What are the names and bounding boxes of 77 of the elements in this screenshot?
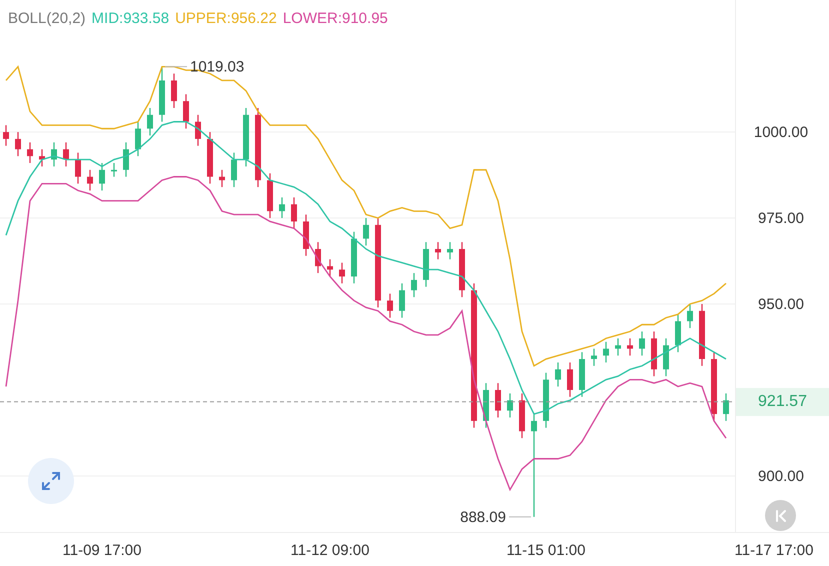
candlestick [555, 362, 561, 387]
y-axis-label: 1000.00 [754, 124, 808, 142]
candlestick [315, 242, 321, 274]
candlestick [675, 314, 681, 352]
candlestick [435, 242, 441, 260]
candlestick [75, 152, 81, 184]
legend-value: LOWER:910.95 [282, 9, 388, 29]
fullscreen-button[interactable] [28, 458, 74, 504]
candlestick [207, 132, 213, 184]
x-axis-label: 11-17 17:00 [734, 542, 814, 559]
candlestick [279, 197, 285, 218]
leader-line [508, 516, 532, 518]
candlestick [615, 338, 621, 356]
legend-value: UPPER:956.22 [175, 9, 277, 29]
candlestick [303, 214, 309, 256]
candlestick [663, 338, 669, 376]
candlestick [159, 66, 165, 122]
candlestick [639, 332, 645, 356]
y-axis-label: 950.00 [758, 296, 804, 313]
candlestick [291, 197, 297, 228]
candlestick [711, 352, 717, 421]
candlestick [195, 114, 201, 146]
candlestick [15, 132, 21, 156]
candlestick [411, 273, 417, 298]
current-price-tag: 921.57 [736, 388, 829, 416]
indicator-name: BOLL(20,2) [8, 9, 86, 29]
candlestick [723, 393, 729, 421]
candlestick [171, 74, 177, 108]
candlestick [327, 259, 333, 276]
candlestick [147, 108, 153, 136]
candlestick [519, 393, 525, 438]
candlestick [111, 163, 117, 177]
y-axis-label: 975.00 [758, 210, 804, 228]
candlestick [51, 142, 57, 166]
candlestick [603, 342, 609, 362]
y-axis-label: 900.00 [758, 468, 804, 485]
candlestick [543, 372, 549, 428]
candlestick [219, 170, 225, 188]
leader-line [164, 66, 188, 68]
price-annotation: 888.09 [460, 508, 506, 526]
candlestick [27, 142, 33, 163]
candlestick [183, 94, 189, 129]
candlestick [567, 362, 573, 397]
candlestick [387, 294, 393, 318]
candlestick [87, 170, 93, 191]
skip-back-icon [774, 508, 788, 522]
candlestick [123, 142, 129, 177]
candlestick [363, 218, 369, 246]
candlestick [591, 348, 597, 366]
candlestick [459, 242, 465, 298]
candlestick [39, 149, 45, 166]
candlestick [243, 108, 249, 166]
candlestick [579, 352, 585, 397]
x-axis-label: 11-12 09:00 [290, 542, 370, 559]
candlestick [507, 393, 513, 418]
x-axis-label: 11-09 17:00 [62, 542, 142, 559]
candlestick [699, 304, 705, 366]
candlestick [63, 142, 69, 166]
candlestick [135, 122, 141, 156]
candlestick [339, 262, 345, 284]
legend-value: MID:933.58 [92, 9, 170, 29]
candlestick [3, 125, 9, 146]
candlestick [651, 332, 657, 376]
candlestick [627, 338, 633, 356]
expand-icon [40, 470, 62, 492]
candlestick [351, 232, 357, 284]
candlestick [423, 242, 429, 287]
candlestick [483, 383, 489, 428]
candlestick [495, 383, 501, 418]
candlestick [99, 163, 105, 191]
candlestick [231, 152, 237, 188]
candlestick [687, 304, 693, 328]
x-axis-label: 11-15 01:00 [506, 542, 586, 559]
candlestick [399, 283, 405, 318]
candlestick [267, 173, 273, 218]
candlestick [447, 242, 453, 260]
price-annotation: 1019.03 [190, 58, 244, 76]
